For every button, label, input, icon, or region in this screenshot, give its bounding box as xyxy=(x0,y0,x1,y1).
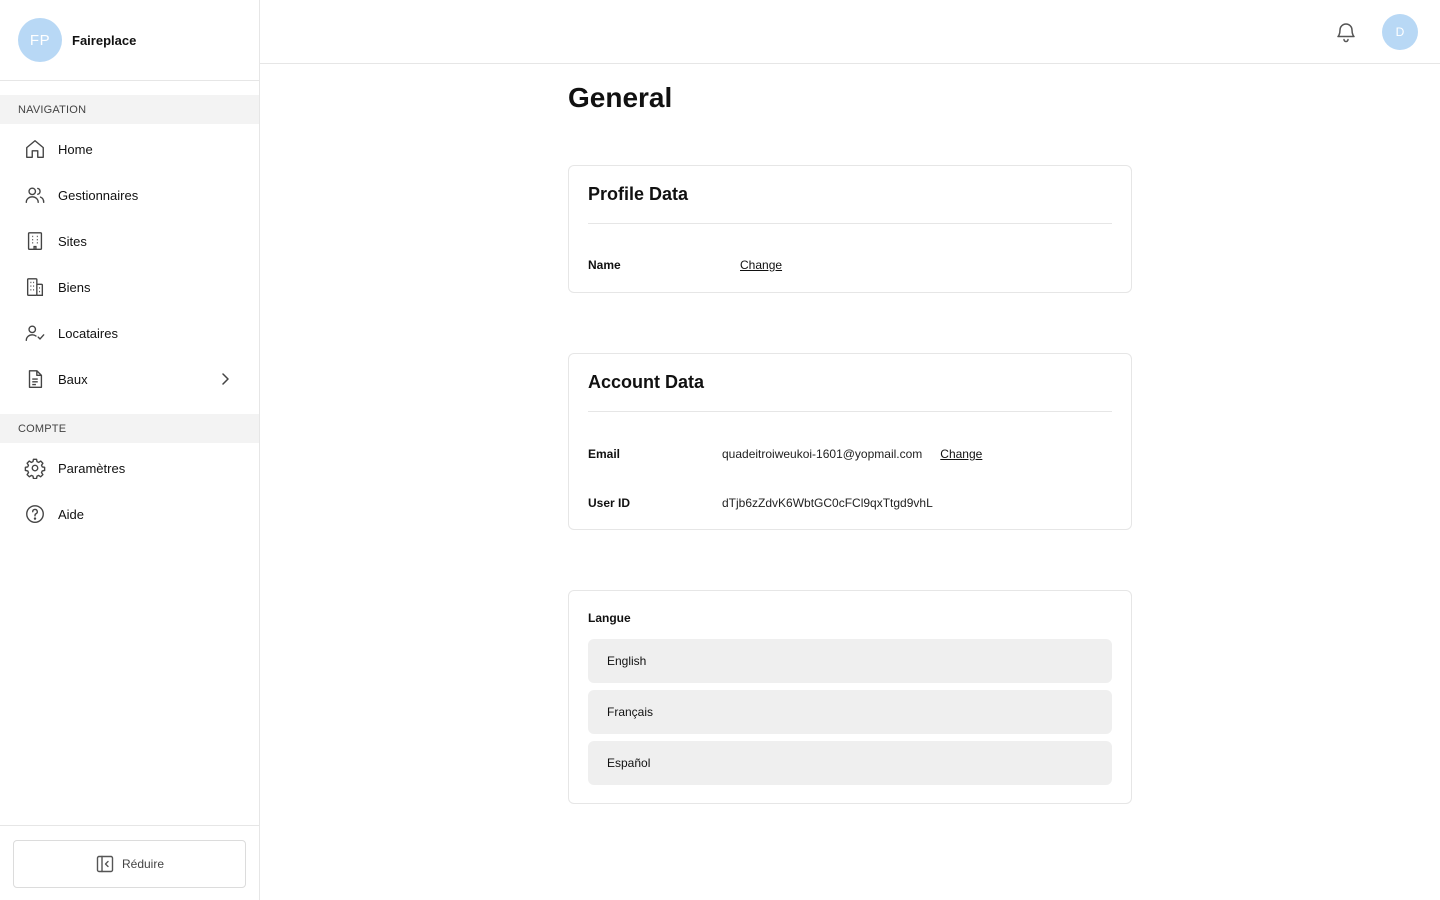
sidebar-item-aide[interactable]: Aide xyxy=(0,491,259,537)
user-id-label: User ID xyxy=(588,496,631,510)
top-bar: D xyxy=(260,0,1440,64)
language-option-francais[interactable]: Français xyxy=(588,690,1112,734)
brand-header: FP Faireplace xyxy=(0,0,259,81)
sidebar-item-label: Baux xyxy=(58,371,88,387)
sidebar-item-baux[interactable]: Baux xyxy=(0,356,259,402)
sidebar-footer: Réduire xyxy=(0,825,259,900)
collapse-panel-icon xyxy=(96,855,114,873)
language-option-espanol[interactable]: Español xyxy=(588,741,1112,785)
change-email-link[interactable]: Change xyxy=(940,447,982,461)
sidebar-item-locataires[interactable]: Locataires xyxy=(0,310,259,356)
sidebar-item-label: Home xyxy=(58,141,93,157)
bell-icon[interactable] xyxy=(1334,20,1358,44)
profile-name-row: Name Change xyxy=(588,258,1112,272)
user-check-icon xyxy=(25,325,45,342)
users-icon xyxy=(25,187,45,204)
account-card-title: Account Data xyxy=(588,354,1112,412)
sidebar-item-label: Gestionnaires xyxy=(58,187,139,203)
profile-data-card: Profile Data Name Change xyxy=(568,165,1132,293)
sidebar-item-label: Aide xyxy=(58,506,85,522)
collapse-label: Réduire xyxy=(121,857,165,871)
language-card: Langue English Français Español xyxy=(568,590,1132,804)
gear-icon xyxy=(24,458,46,479)
name-label: Name xyxy=(588,258,621,272)
user-avatar[interactable]: D xyxy=(1382,14,1418,50)
home-icon xyxy=(26,140,44,158)
sidebar-item-home[interactable]: Home xyxy=(0,126,259,172)
sidebar-item-label: Locataires xyxy=(58,325,118,341)
sidebar-item-label: Paramètres xyxy=(58,460,126,476)
document-icon xyxy=(28,370,43,388)
sidebar-item-gestionnaires[interactable]: Gestionnaires xyxy=(0,172,259,218)
help-circle-icon xyxy=(26,505,44,523)
buildings-icon xyxy=(26,278,44,296)
sidebar-item-sites[interactable]: Sites xyxy=(0,218,259,264)
email-row: Email quadeitroiweukoi-1601@yopmail.com … xyxy=(588,447,1112,461)
sidebar-item-label: Sites xyxy=(58,233,87,249)
profile-card-title: Profile Data xyxy=(588,166,1112,224)
change-name-link[interactable]: Change xyxy=(740,258,782,272)
sidebar-item-label: Biens xyxy=(58,279,91,295)
user-id-value: dTjb6zZdvK6WbtGC0cFCl9qxTtgd9vhL xyxy=(722,496,933,510)
sidebar: FP Faireplace NAVIGATION Home Gestionnai… xyxy=(0,0,260,900)
language-label: Langue xyxy=(588,611,631,625)
account-data-card: Account Data Email quadeitroiweukoi-1601… xyxy=(568,353,1132,530)
main-content: General Profile Data Name Change Account… xyxy=(568,64,1132,804)
collapse-sidebar-button[interactable]: Réduire xyxy=(13,840,246,888)
building-icon xyxy=(27,232,43,250)
account-heading: COMPTE xyxy=(0,414,259,443)
user-id-row: User ID dTjb6zZdvK6WbtGC0cFCl9qxTtgd9vhL xyxy=(588,496,1112,510)
page-title: General xyxy=(568,82,673,113)
email-value: quadeitroiweukoi-1601@yopmail.com xyxy=(722,447,923,461)
chevron-right-icon[interactable] xyxy=(217,371,233,387)
sidebar-item-biens[interactable]: Biens xyxy=(0,264,259,310)
brand-avatar: FP xyxy=(18,18,62,62)
account-list: Paramètres Aide xyxy=(0,443,259,537)
sidebar-item-parametres[interactable]: Paramètres xyxy=(0,445,259,491)
navigation-heading: NAVIGATION xyxy=(0,95,259,124)
language-option-english[interactable]: English xyxy=(588,639,1112,683)
email-label: Email xyxy=(588,447,621,461)
brand-name: Faireplace xyxy=(72,32,137,48)
navigation-list: Home Gestionnaires Sites Biens Locataire… xyxy=(0,124,259,402)
